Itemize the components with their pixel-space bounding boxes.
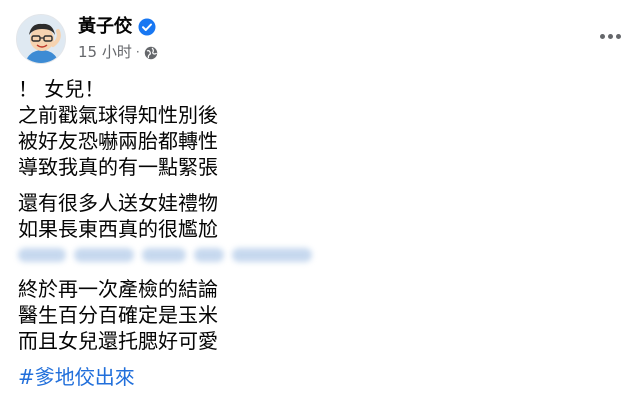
more-horizontal-icon — [599, 33, 605, 39]
post-text-line: 被好友恐嚇兩胎都轉性 — [18, 129, 218, 153]
more-dot — [607, 33, 613, 39]
post-paragraph-3: 終於再一次產檢的結論 醫生百分百確定是玉米 而且女兒還托腮好可愛 — [18, 276, 620, 354]
blurred-text-line — [18, 244, 318, 266]
post-text-line: 醫生百分百確定是玉米 — [18, 303, 218, 327]
more-options-button[interactable] — [596, 26, 624, 46]
post-text-line: 如果長東西真的很尷尬 — [18, 217, 218, 241]
post-timestamp[interactable]: 15 小时 — [78, 42, 132, 62]
post-text-line: 還有很多人送女娃禮物 — [18, 191, 218, 215]
post-header: 黃子佼 15 小时 · — [16, 12, 624, 64]
author-line: 黃子佼 — [78, 15, 156, 39]
post-paragraph-1: 之前戳氣球得知性別後 被好友恐嚇兩胎都轉性 導致我真的有一點緊張 — [18, 102, 620, 180]
author-name[interactable]: 黃子佼 — [78, 15, 132, 39]
verified-badge-icon — [138, 18, 156, 36]
post-meta: 15 小时 · — [78, 42, 158, 62]
post-paragraph-2: 還有很多人送女娃禮物 如果長東西真的很尷尬 — [18, 190, 620, 266]
post-line-1: ！ 女兒！ — [18, 77, 105, 101]
post-text-line: 之前戳氣球得知性別後 — [18, 103, 218, 127]
cartoon-avatar-icon[interactable] — [16, 14, 66, 64]
facebook-post: 黃子佼 15 小时 · ！ 女兒！ 之前戳氣球得知性別後 被好友恐嚇兩胎都轉性 … — [0, 0, 640, 408]
post-text-line: 終於再一次產檢的結論 — [18, 277, 218, 301]
post-text-line: 導致我真的有一點緊張 — [18, 155, 218, 179]
globe-icon[interactable] — [144, 45, 158, 60]
post-text-line: 而且女兒還托腮好可愛 — [18, 329, 218, 353]
meta-separator: · — [135, 45, 140, 59]
post-body: ！ 女兒！ 之前戳氣球得知性別後 被好友恐嚇兩胎都轉性 導致我真的有一點緊張 還… — [18, 76, 620, 390]
more-dot — [615, 33, 621, 39]
hashtag-link[interactable]: #爹地佼出來 — [18, 364, 620, 390]
